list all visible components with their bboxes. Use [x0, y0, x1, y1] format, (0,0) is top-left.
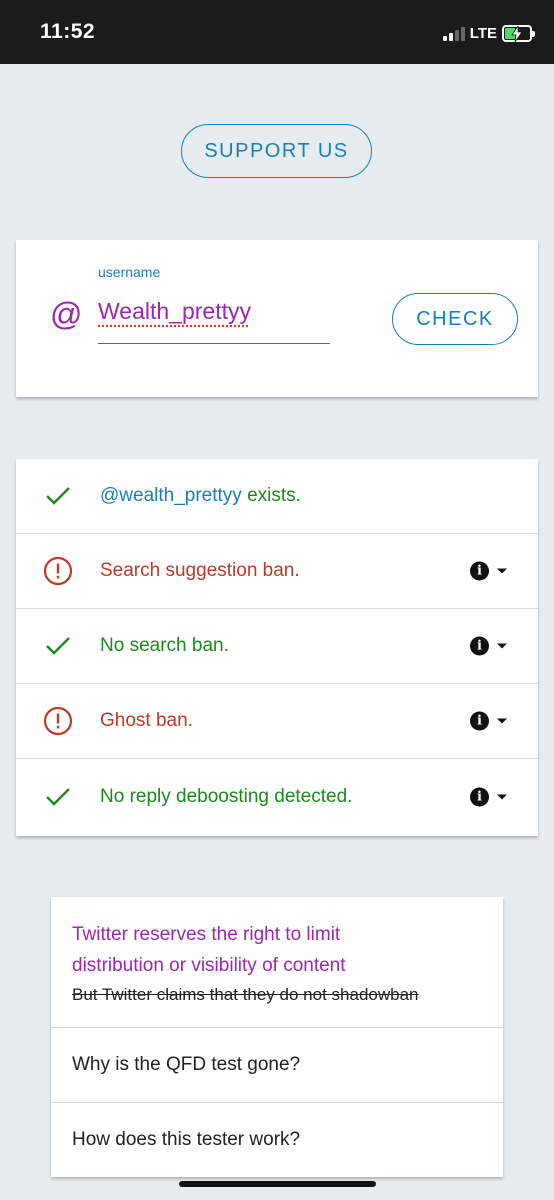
result-row-reply-deboosting: No reply deboosting detected. i	[16, 759, 538, 834]
faq-strikethrough: But Twitter claims that they do not shad…	[72, 985, 419, 1004]
info-dropdown-toggle[interactable]: i	[470, 787, 507, 806]
result-text: @wealth_prettyy exists.	[100, 485, 301, 507]
result-row-search-suggestion: Search suggestion ban. i	[16, 534, 538, 609]
faq-question: How does this tester work?	[72, 1129, 301, 1150]
battery-charging-icon	[502, 24, 535, 42]
support-us-button[interactable]: SUPPORT US	[181, 124, 372, 178]
info-icon: i	[470, 711, 489, 731]
faq-line: Twitter reserves the right to limit	[72, 924, 341, 945]
result-row-exists: @wealth_prettyy exists.	[16, 459, 538, 534]
results-card: @wealth_prettyy exists. Search suggestio…	[16, 459, 538, 836]
result-label: exists.	[241, 485, 301, 506]
status-indicators: LTE	[442, 22, 535, 44]
info-dropdown-toggle[interactable]: i	[470, 636, 507, 656]
error-circle-icon	[42, 705, 74, 737]
result-row-search-ban: No search ban. i	[16, 609, 538, 684]
network-type: LTE	[469, 24, 497, 42]
faq-line: distribution or visibility of content	[72, 955, 346, 976]
at-icon: @	[50, 296, 83, 332]
result-label: No reply deboosting detected.	[100, 785, 353, 807]
checkmark-icon	[42, 480, 74, 512]
faq-item-how-it-works[interactable]: How does this tester work?	[51, 1103, 503, 1177]
username-input[interactable]: Wealth_prettyy	[98, 298, 251, 325]
faq-item-twitter-rights[interactable]: Twitter reserves the right to limit dist…	[51, 897, 503, 1028]
caret-down-icon	[497, 568, 507, 574]
result-label: Search suggestion ban.	[100, 560, 300, 581]
info-icon: i	[470, 561, 489, 581]
caret-down-icon	[497, 643, 507, 649]
caret-down-icon	[497, 718, 507, 724]
username-card: @ username Wealth_prettyy CHECK	[16, 240, 538, 397]
checkmark-icon	[42, 630, 74, 662]
caret-down-icon	[497, 794, 507, 799]
signal-strength-icon	[442, 25, 465, 41]
home-indicator[interactable]	[179, 1181, 376, 1187]
check-button[interactable]: CHECK	[392, 293, 518, 345]
result-label: Ghost ban.	[100, 710, 193, 731]
result-handle[interactable]: @wealth_prettyy	[100, 485, 242, 506]
checkmark-icon	[42, 781, 74, 813]
faq-question: Why is the QFD test gone?	[72, 1054, 301, 1075]
input-underline	[98, 343, 330, 344]
info-dropdown-toggle[interactable]: i	[470, 561, 507, 581]
username-label: username	[98, 264, 161, 280]
info-dropdown-toggle[interactable]: i	[470, 711, 507, 731]
error-circle-icon	[42, 555, 74, 587]
faq-card: Twitter reserves the right to limit dist…	[51, 897, 503, 1177]
result-label: No search ban.	[100, 635, 229, 656]
result-row-ghost-ban: Ghost ban. i	[16, 684, 538, 759]
faq-item-qfd[interactable]: Why is the QFD test gone?	[51, 1028, 503, 1103]
status-time: 11:52	[40, 20, 96, 43]
info-icon: i	[470, 787, 489, 806]
status-bar: 11:52 LTE	[0, 0, 554, 64]
info-icon: i	[470, 636, 489, 656]
